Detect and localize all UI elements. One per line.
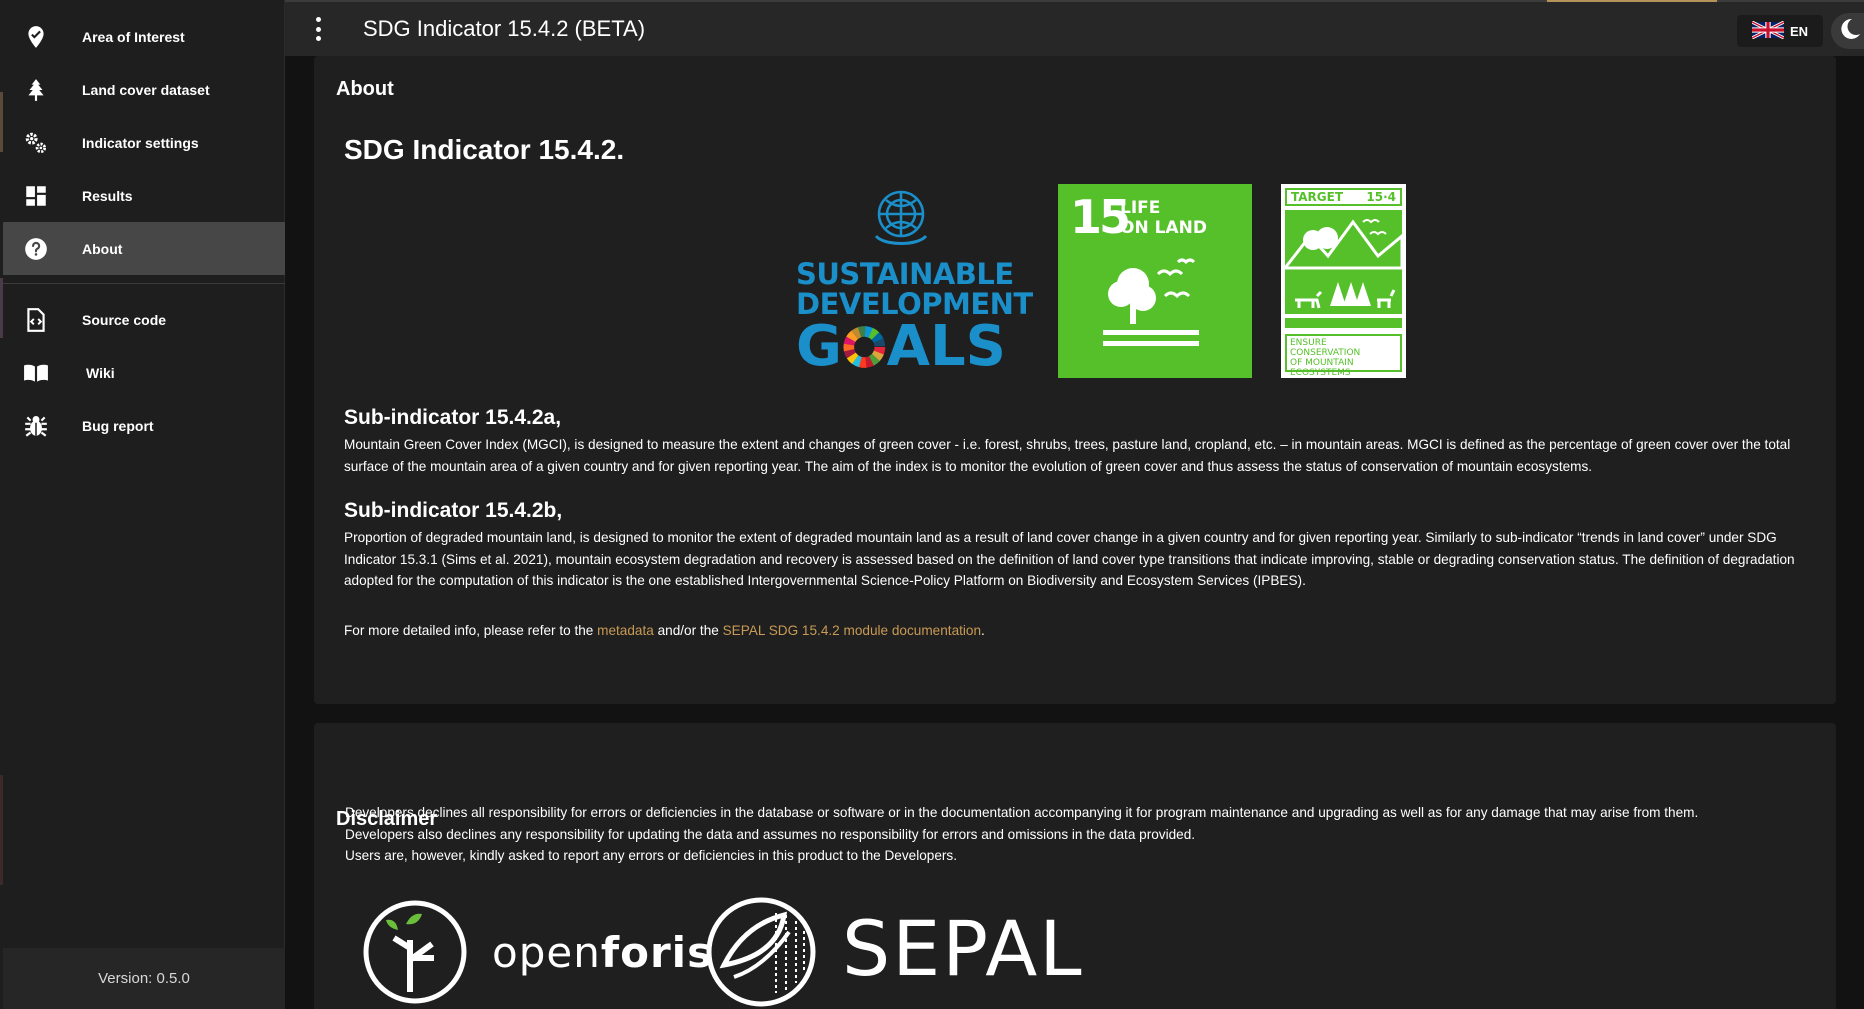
cogs-icon [22,129,50,157]
sidebar-item-source-code[interactable]: Source code [3,293,285,346]
sidebar-item-bug-report[interactable]: Bug report [3,399,285,452]
target-number: 15·4 [1366,190,1396,204]
app-title: SDG Indicator 15.4.2 (BETA) [363,16,646,41]
tree-icon [22,76,50,104]
moon-icon [1838,17,1862,46]
sidebar-item-land-cover-dataset[interactable]: Land cover dataset [3,63,285,116]
more-vert-icon[interactable] [312,17,324,41]
openforis-logo: openforis [362,900,712,1005]
book-open-icon [22,359,50,387]
target-text-line1: ENSURE CONSERVATION [1290,338,1361,358]
sidebar-item-label: Source code [82,311,167,328]
sidebar-item-label: Bug report [82,417,154,434]
sepal-leaf-globe-icon [706,897,816,1007]
openforis-wordmark-foris: foris [600,928,714,977]
disclaimer-line: Developers declines all responsibility f… [345,805,1699,820]
target-graphic [1281,210,1404,328]
sidebar-item-label: About [82,240,123,257]
about-section-title: About [336,78,394,100]
top-app-bar: SDG Indicator 15.4.2 (BETA) EN [285,0,1864,56]
openforis-tree-icon [363,900,467,1004]
sidebar-item-label: Wiki [86,364,115,381]
sidebar-item-results[interactable]: Results [3,169,285,222]
edge-strip [0,775,3,885]
openforis-wordmark: openforis [492,928,713,977]
bug-icon [22,412,50,440]
sidebar-divider [3,283,285,284]
goal15-text: LIFE ON LAND [1120,198,1207,238]
more-info-prefix: For more detailed info, please refer to … [344,623,598,638]
about-card: About SDG Indicator 15.4.2. SUSTAINABLE … [314,56,1836,704]
mountain-animals-icon [1281,219,1404,318]
question-circle-icon [22,235,50,263]
more-info-suffix: . [981,623,985,638]
goal15-line2: ON LAND [1120,218,1207,238]
more-info-middle: and/or the [653,623,723,638]
target-text-line3: ECOSYSTEMS [1290,368,1351,378]
sdg-logo: SUSTAINABLE DEVELOPMENT G ALS [796,184,1033,375]
sdg-color-wheel-icon [843,326,886,368]
sub-indicator-a-text: Mountain Green Cover Index (MGCI), is de… [344,437,1791,474]
sidebar-item-about[interactable]: About [3,222,285,275]
sepal-wordmark: SEPAL [842,904,1084,993]
language-selector[interactable]: EN [1737,15,1823,47]
page-heading: SDG Indicator 15.4.2. [344,134,625,165]
target-label: TARGET [1291,190,1344,204]
sub-indicator-a-title: Sub-indicator 15.4.2a, [344,406,562,429]
target-text-line2: OF MOUNTAIN [1290,358,1354,368]
sidebar-item-label: Area of Interest [82,28,185,45]
sdg-logo-line3: G ALS [796,319,1006,375]
sepal-logo: SEPAL [704,895,1082,1009]
sidebar-item-area-of-interest[interactable]: Area of Interest [3,10,285,63]
sub-indicator-b-text: Proportion of degraded mountain land, is… [344,530,1795,588]
target-15-4-logo: TARGET 15·4 ENSURE CONSERVATION OF MOUNT… [1281,184,1406,378]
un-emblem-icon [874,190,928,245]
tree-birds-icon [1103,258,1199,346]
module-documentation-link[interactable]: SEPAL SDG 15.4.2 module documentation [723,623,981,638]
map-marker-check-icon [22,23,50,51]
sdg-logo-g: G [796,314,842,379]
sidebar-item-indicator-settings[interactable]: Indicator settings [3,116,285,169]
more-info-text: For more detailed info, please refer to … [344,620,1814,642]
version-label: Version: 0.5.0 [3,948,285,1009]
target-caption: ENSURE CONSERVATION OF MOUNTAIN ECOSYSTE… [1285,334,1402,378]
sidebar-item-label: Land cover dataset [82,81,210,98]
sidebar-item-label: Results [82,187,133,204]
goal15-line1: LIFE [1120,198,1161,218]
app-root: Area of Interest Land cover dataset Indi… [0,0,1864,1009]
disclaimer-text: Developers declines all responsibility f… [345,802,1835,867]
sidebar-item-label: Indicator settings [82,134,199,151]
metadata-link[interactable]: metadata [597,623,654,638]
disclaimer-line: Users are, however, kindly asked to repo… [345,848,958,863]
sdg-logo-line1: SUSTAINABLE [796,257,1014,291]
language-label: EN [1789,23,1809,39]
code-file-icon [22,306,50,334]
uk-flag-icon [1751,20,1785,42]
goal15-logo: 15 LIFE ON LAND [1058,184,1252,378]
sidebar-item-wiki[interactable]: Wiki [3,346,285,399]
sub-indicator-b-title: Sub-indicator 15.4.2b, [344,499,563,522]
sidebar: Area of Interest Land cover dataset Indi… [0,0,285,1009]
disclaimer-line: Developers also declines any responsibil… [345,826,1196,842]
dashboard-icon [22,182,50,210]
sdg-logo-als: ALS [886,314,1006,379]
theme-toggle-button[interactable] [1831,13,1864,49]
loading-progress-bar [1547,0,1717,2]
openforis-wordmark-open: open [492,928,601,977]
target-header: TARGET 15·4 [1285,188,1402,206]
